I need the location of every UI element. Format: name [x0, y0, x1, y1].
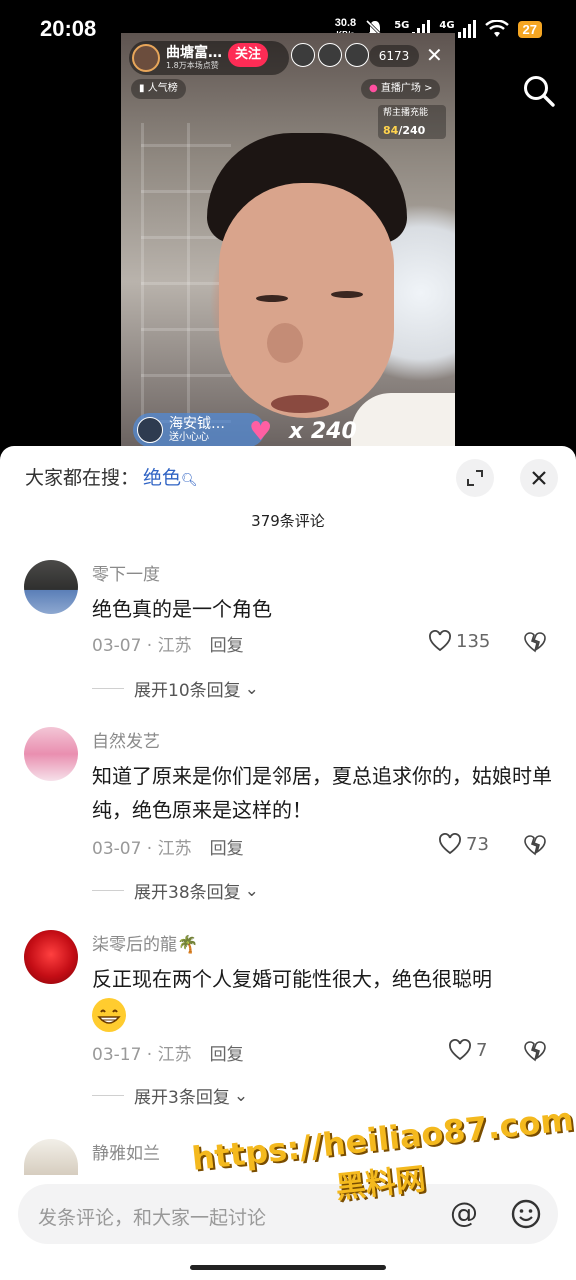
expand-button[interactable] — [456, 459, 494, 497]
comment-author[interactable]: 柒零后的龍🌴 — [92, 930, 198, 955]
comment-author[interactable]: 静雅如兰 — [92, 1139, 160, 1164]
gift-description: 送小心心 — [169, 431, 209, 443]
expand-replies[interactable]: 展开3条回复 ⌄ — [92, 1083, 248, 1108]
live-dot-icon: ● — [369, 83, 378, 94]
dislike-icon[interactable] — [522, 1039, 548, 1063]
heart-icon — [449, 1039, 471, 1061]
comment-meta: 03-17 · 江苏 回复 — [92, 1040, 244, 1065]
chevron-down-icon: ⌄ — [244, 678, 259, 699]
mention-icon[interactable]: @ — [450, 1196, 478, 1229]
host-likes: 1.8万本场点赞 — [166, 60, 219, 70]
person-collar — [351, 393, 455, 448]
comment-author[interactable]: 自然发艺 — [92, 727, 160, 752]
comment-meta: 03-07 · 江苏 回复 — [92, 631, 244, 656]
gift-user-avatar — [137, 417, 163, 443]
close-icon — [532, 471, 546, 485]
heart-gift-icon: ♥ — [249, 417, 273, 447]
comment-text[interactable]: 知道了原来是你们是邻居，夏总追求你的，姑娘时单纯，绝色原来是这样的！ — [92, 759, 552, 827]
bar-chart-icon: ▮ — [139, 83, 145, 94]
chevron-down-icon: ⌄ — [233, 1085, 249, 1106]
dislike-icon[interactable] — [522, 630, 548, 654]
trending-search-term[interactable]: 绝色 — [143, 467, 181, 489]
like-button[interactable]: 7 — [448, 1039, 487, 1061]
comment-text[interactable]: 绝色真的是一个角色 — [92, 592, 552, 626]
reply-button[interactable]: 回复 — [210, 834, 244, 859]
viewer-avatar[interactable] — [291, 43, 315, 67]
reply-button[interactable]: 回复 — [210, 631, 244, 656]
avatar[interactable] — [24, 727, 78, 781]
expand-replies[interactable]: 展开10条回复 ⌄ — [92, 676, 259, 701]
reply-button[interactable]: 回复 — [210, 1040, 244, 1065]
host-avatar[interactable] — [132, 44, 160, 72]
like-button[interactable]: 135 — [428, 630, 490, 652]
comment-text[interactable]: 反正现在两个人复婚可能性很大，绝色很聪明 — [92, 962, 552, 1032]
heart-icon — [429, 630, 451, 652]
person-mouth — [271, 395, 329, 413]
gift-user-name: 海安钺… — [169, 415, 225, 432]
comment-count: 379条评论 — [251, 512, 325, 530]
left-eye — [256, 295, 288, 302]
search-small-icon: 🔍︎ — [181, 473, 198, 488]
home-indicator[interactable] — [190, 1265, 386, 1270]
expand-icon — [467, 470, 483, 486]
avatar[interactable] — [24, 1139, 78, 1175]
viewer-avatar[interactable] — [318, 43, 342, 67]
live-plaza-link[interactable]: ● 直播广场 > — [361, 79, 441, 99]
grin-emoji-icon — [92, 997, 126, 1032]
chevron-down-icon: ⌄ — [244, 880, 259, 901]
close-icon[interactable]: ✕ — [426, 43, 443, 67]
follow-button[interactable]: 关注 — [228, 43, 268, 67]
person-face — [219, 183, 394, 418]
live-video[interactable]: 曲塘富… 1.8万本场点赞 关注 6173 ✕ ▮ 人气榜 ● 直播广场 > 帮… — [121, 33, 455, 448]
charge-progress[interactable]: 帮主播充能 84/240 — [378, 105, 446, 139]
dislike-icon[interactable] — [522, 833, 548, 857]
like-button[interactable]: 73 — [438, 833, 489, 855]
status-time: 20:08 — [40, 16, 97, 41]
popularity-rank[interactable]: ▮ 人气榜 — [131, 79, 186, 99]
gift-notification: 海安钺… 送小心心 — [133, 413, 265, 447]
battery-icon: 27 — [517, 20, 542, 38]
person-nose — [267, 323, 303, 363]
host-name: 曲塘富… — [166, 44, 222, 61]
right-eye — [331, 291, 363, 298]
trending-search[interactable]: 大家都在搜： 绝色🔍︎ — [25, 463, 198, 490]
wifi-icon — [484, 20, 509, 37]
window-background — [141, 123, 231, 423]
avatar[interactable] — [24, 560, 78, 614]
search-icon[interactable] — [522, 74, 556, 108]
viewer-avatar[interactable] — [345, 43, 369, 67]
top-viewers[interactable] — [291, 43, 372, 67]
emoji-icon[interactable] — [510, 1198, 542, 1230]
gift-count: x 240 — [289, 419, 357, 444]
expand-replies[interactable]: 展开38条回复 ⌄ — [92, 878, 259, 903]
heart-icon — [439, 833, 461, 855]
comment-author[interactable]: 零下一度 — [92, 560, 160, 585]
comment-meta: 03-07 · 江苏 回复 — [92, 834, 244, 859]
avatar[interactable] — [24, 930, 78, 984]
close-panel-button[interactable] — [520, 459, 558, 497]
viewer-count[interactable]: 6173 — [369, 45, 419, 67]
